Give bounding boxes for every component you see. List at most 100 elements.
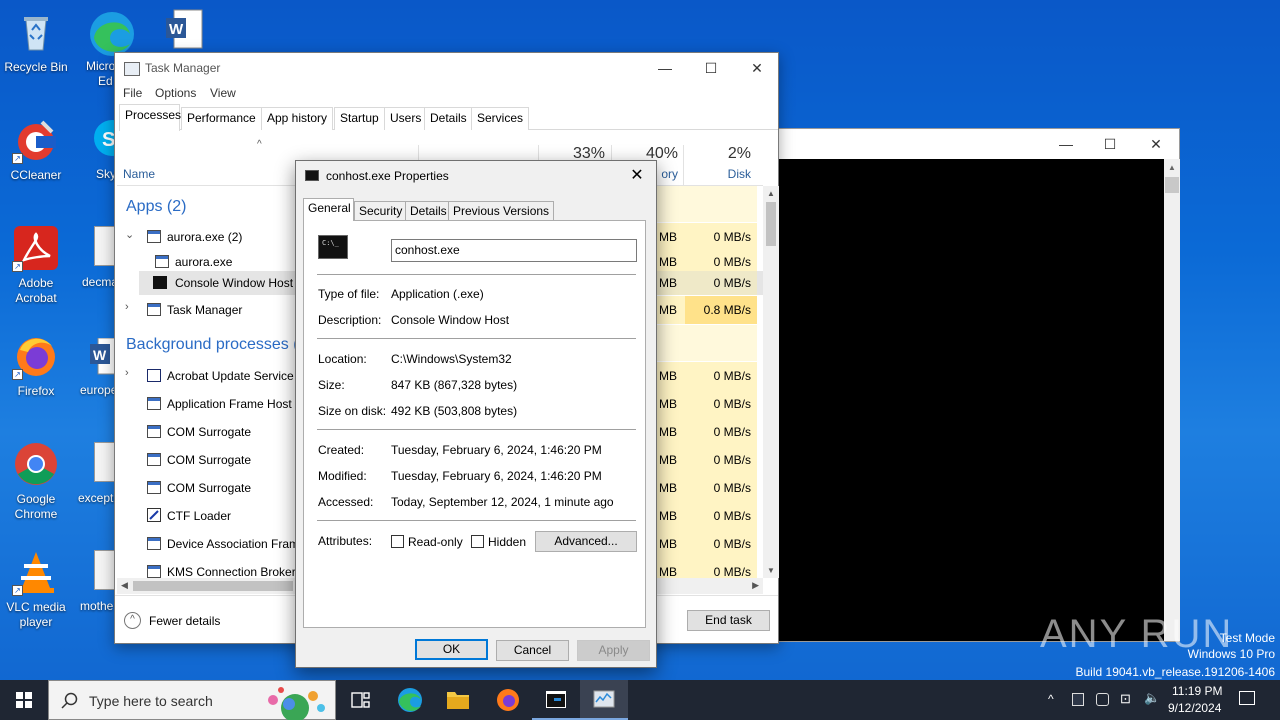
desktop-label-partial: excepti [78,491,117,505]
separator [317,338,636,339]
taskbar-file-explorer[interactable] [434,680,482,720]
taskbar-console[interactable] [532,680,580,720]
close-button[interactable]: ✕ [1133,129,1179,159]
vertical-scrollbar[interactable]: ▲ ▼ [763,186,779,578]
modified-value: Tuesday, February 6, 2024, 1:46:20 PM [391,469,602,483]
type-value: Application (.exe) [391,287,484,301]
group-header-apps[interactable]: Apps (2) [126,198,186,216]
group-header-background[interactable]: Background processes (2 [126,336,307,354]
console-icon [305,170,319,181]
console-screen[interactable] [771,159,1164,641]
title-bar[interactable]: Task Manager — ☐ ✕ [115,53,778,84]
desktop-file-icon[interactable] [94,442,116,482]
disk-cell: 0 MB/s [685,446,757,474]
menu-file[interactable]: File [123,86,142,100]
properties-dialog[interactable]: conhost.exe Properties ✕ General Securit… [295,160,657,668]
desktop-icon-acrobat[interactable]: ↗ Adobe Acrobat [0,224,72,306]
hidden-checkbox[interactable] [471,535,484,548]
chevron-right-icon[interactable]: › [125,301,129,313]
close-icon[interactable]: ✕ [624,163,650,189]
filename-input[interactable]: conhost.exe [391,239,637,262]
menu-options[interactable]: Options [155,86,196,100]
acrobat-icon: ↗ [12,224,60,272]
chevron-up-icon[interactable]: ^ [1048,692,1054,706]
memory-cell: MB [655,390,685,418]
taskbar-task-manager[interactable] [580,680,628,720]
tab-details[interactable]: Details [405,201,452,221]
tray-app-icon[interactable] [1072,693,1084,706]
chevron-down-icon[interactable]: ⌄ [125,228,134,241]
scroll-thumb[interactable] [133,581,293,591]
scroll-left-icon[interactable]: ◀ [121,580,128,591]
maximize-button[interactable]: ☐ [688,53,734,83]
tab-general[interactable]: General [303,198,354,221]
scroll-up-icon[interactable]: ▲ [767,189,775,198]
scroll-down-icon[interactable]: ▼ [767,566,775,575]
tab-details[interactable]: Details [424,107,473,130]
desktop-icon-label: VLC media player [6,600,66,629]
tab-services[interactable]: Services [471,107,530,130]
menu-view[interactable]: View [210,86,236,100]
apply-button[interactable]: Apply [577,640,650,661]
close-button[interactable]: ✕ [734,53,780,83]
process-icon [147,481,161,494]
desktop-icon-chrome[interactable]: Google Chrome [0,440,72,522]
desktop-icon-ccleaner[interactable]: ↗ CCleaner [0,116,72,183]
ctf-loader-icon [147,508,161,522]
tab-security[interactable]: Security [354,201,408,221]
end-task-button[interactable]: End task [687,610,770,631]
minimize-button[interactable]: — [642,53,688,83]
desktop-file-icon[interactable] [94,550,116,590]
scroll-right-icon[interactable]: ▶ [752,580,759,591]
clock-time[interactable]: 11:19 PM [1172,684,1222,698]
tab-users[interactable]: Users [384,107,428,130]
desktop-icon-skype[interactable]: S [88,118,130,162]
disk-cell: 0 MB/s [685,558,757,578]
cancel-button[interactable]: Cancel [496,640,569,661]
desktop-icon-firefox[interactable]: ↗ Firefox [0,332,72,399]
disk-column-label[interactable]: Disk [695,167,751,181]
collapse-icon[interactable]: ^ [124,612,141,629]
desktop-icon-recycle-bin[interactable]: Recycle Bin [0,8,72,75]
console-app-icon: C:\_ [318,235,348,259]
tab-previous-versions[interactable]: Previous Versions [448,201,555,221]
volume-icon[interactable]: 🔈 [1144,690,1160,706]
process-icon [147,453,161,466]
process-name: aurora.exe (2) [167,230,243,244]
fewer-details-link[interactable]: Fewer details [149,614,220,628]
tab-startup[interactable]: Startup [334,107,385,130]
start-button[interactable] [0,680,48,720]
column-name[interactable]: Name [123,167,155,181]
disk-cell: 0 MB/s [685,502,757,530]
desktop-icon-word[interactable]: W [162,8,206,52]
console-window[interactable]: — ☐ ✕ ▲ [770,128,1180,642]
dialog-title: conhost.exe Properties [326,169,449,183]
tab-performance[interactable]: Performance [181,107,262,130]
desktop-file-icon[interactable] [94,226,116,266]
chevron-right-icon[interactable]: › [125,367,129,379]
console-scrollbar[interactable]: ▲ [1164,159,1180,641]
advanced-button[interactable]: Advanced... [535,531,637,552]
clock-date[interactable]: 9/12/2024 [1168,701,1221,715]
minimize-button[interactable]: — [1043,129,1089,159]
search-box[interactable]: Type here to search [48,680,336,720]
disk-percent[interactable]: 2% [695,145,751,163]
tray-usb-icon[interactable] [1096,693,1109,706]
readonly-label[interactable]: Read-only [408,535,463,549]
ok-button[interactable]: OK [415,639,488,660]
scroll-thumb[interactable] [766,202,776,246]
taskbar: Type here to search ^ ⊡ 🔈 11:19 PM 9/12/… [0,680,1280,720]
task-view-button[interactable] [336,680,384,720]
notification-icon[interactable] [1239,691,1255,705]
network-icon[interactable]: ⊡ [1120,691,1131,707]
desktop-icon-word-doc[interactable]: W [90,337,117,376]
tab-app-history[interactable]: App history [261,107,334,130]
desktop-icon-vlc[interactable]: ↗ VLC media player [0,548,72,630]
taskbar-edge[interactable] [386,680,434,720]
taskbar-firefox[interactable] [484,680,532,720]
maximize-button[interactable]: ☐ [1087,129,1133,159]
windows-edition-text: Windows 10 Pro [1187,647,1275,661]
tab-processes[interactable]: Processes [119,104,181,131]
hidden-label[interactable]: Hidden [488,535,526,549]
readonly-checkbox[interactable] [391,535,404,548]
